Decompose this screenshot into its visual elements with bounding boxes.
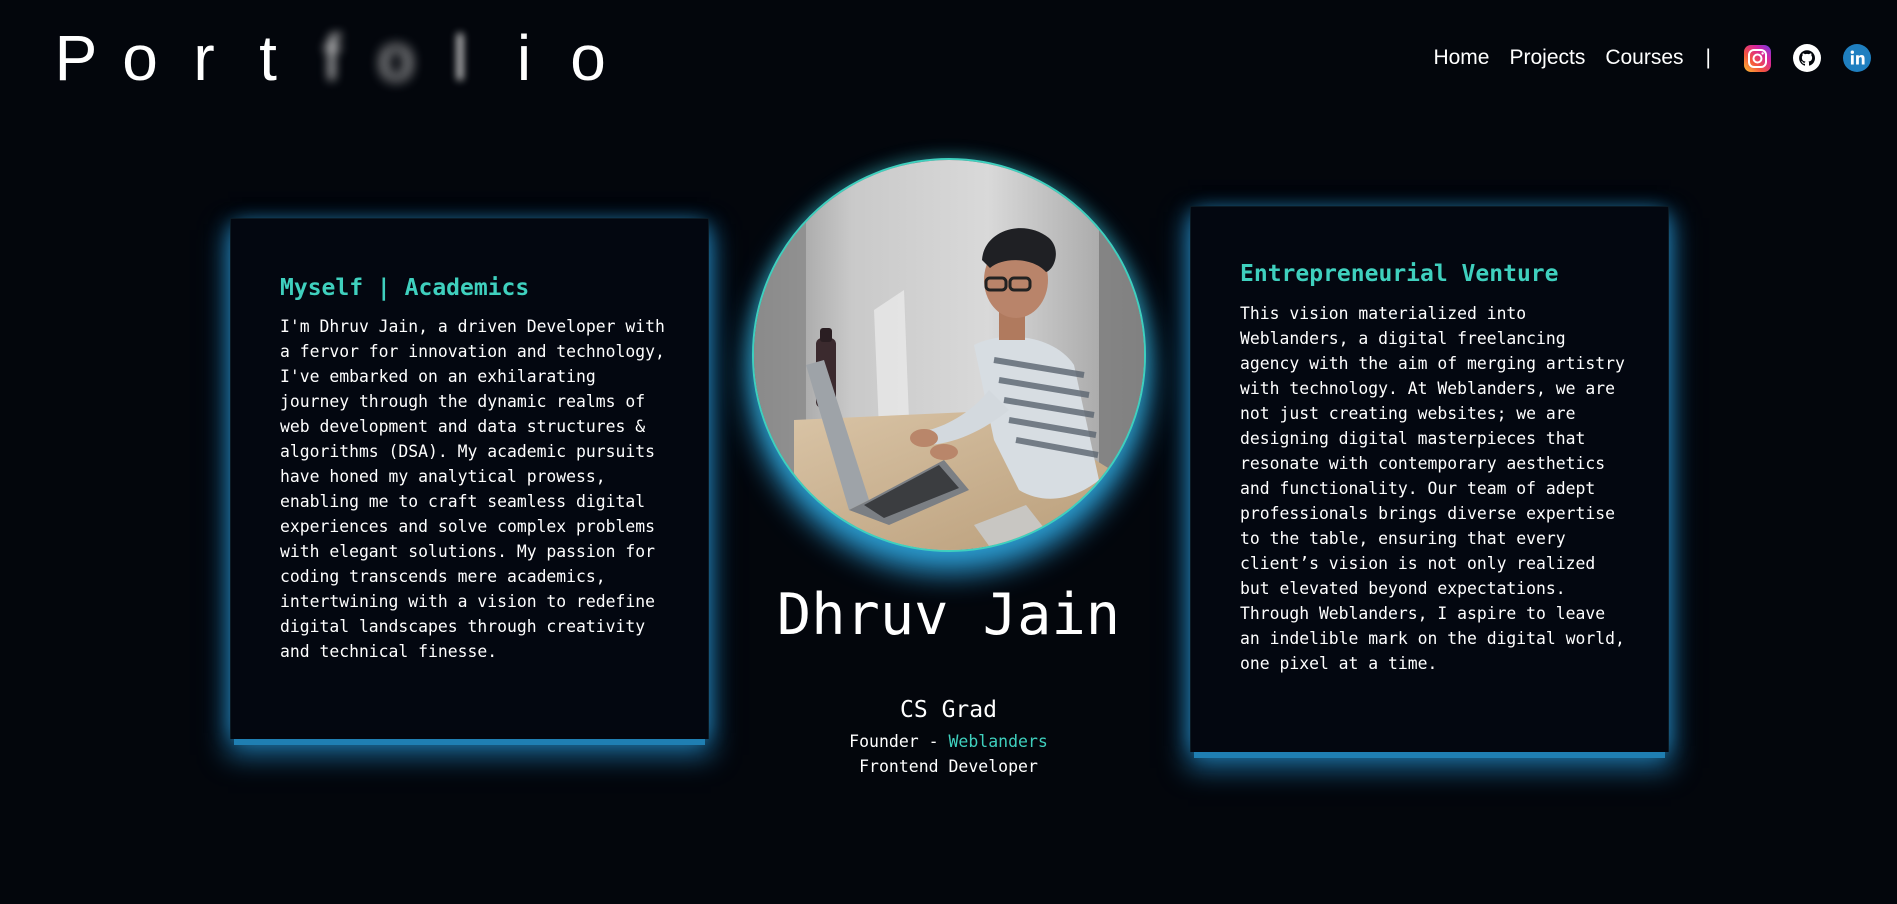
nav-courses-link[interactable]: Courses xyxy=(1605,46,1683,70)
founder-company: Weblanders xyxy=(948,732,1048,751)
founder-prefix: Founder - xyxy=(849,732,949,751)
logo-letter: l xyxy=(452,22,468,94)
logo-letter: o xyxy=(570,22,606,94)
logo-letter: t xyxy=(259,22,277,94)
logo-letter: r xyxy=(193,22,215,94)
profile-founder-line: Founder - Weblanders xyxy=(0,732,1897,751)
nav-home-link[interactable]: Home xyxy=(1433,46,1489,70)
logo-letter: i xyxy=(516,22,532,94)
profile-name: Dhruv Jain xyxy=(776,582,1121,648)
nav-projects-link[interactable]: Projects xyxy=(1509,46,1585,70)
venture-card: Entrepreneurial Venture This vision mate… xyxy=(1190,206,1669,752)
logo-letter: o xyxy=(122,22,158,94)
profile-role: Frontend Developer xyxy=(859,757,1038,776)
site-logo: P o r t f o l i o xyxy=(44,22,620,94)
instagram-icon[interactable] xyxy=(1743,44,1771,72)
profile-avatar xyxy=(752,158,1146,552)
github-icon[interactable] xyxy=(1793,44,1821,72)
logo-letter: o xyxy=(378,22,414,94)
profile-degree: CS Grad xyxy=(900,697,997,723)
linkedin-icon[interactable] xyxy=(1843,44,1871,72)
nav-separator: | xyxy=(1705,46,1711,69)
academics-card-title: Myself | Academics xyxy=(280,275,530,301)
logo-letter: f xyxy=(323,22,341,94)
main-nav: Home Projects Courses | xyxy=(1413,40,1871,76)
academics-card: Myself | Academics I'm Dhruv Jain, a dri… xyxy=(230,218,709,739)
logo-letter: P xyxy=(54,22,98,94)
venture-card-title: Entrepreneurial Venture xyxy=(1240,261,1559,287)
